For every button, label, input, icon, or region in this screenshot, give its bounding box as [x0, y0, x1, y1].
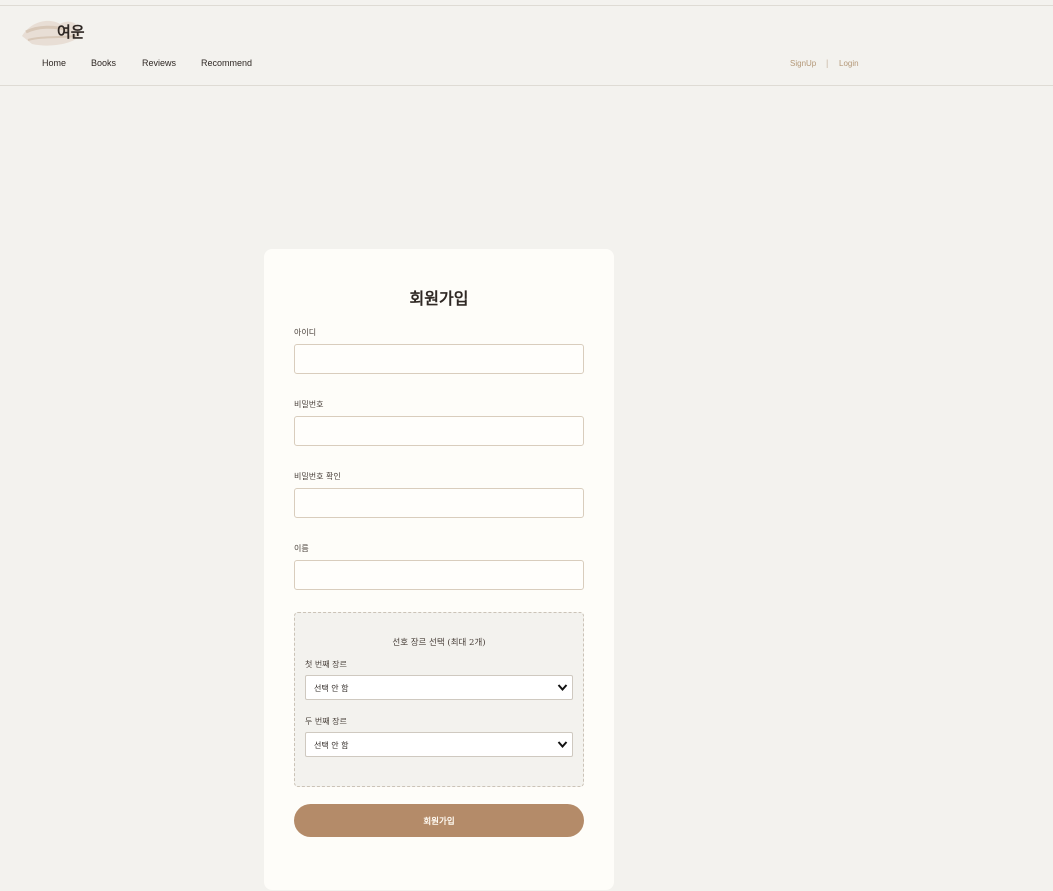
- password-confirm-label: 비밀번호 확인: [294, 472, 341, 481]
- password-input[interactable]: [294, 416, 584, 446]
- username-input[interactable]: [294, 344, 584, 374]
- second-genre-label: 두 번째 장르: [305, 717, 347, 726]
- nav-reviews-link[interactable]: Reviews: [142, 58, 176, 68]
- logo[interactable]: 여운: [20, 14, 90, 50]
- nav-recommend-link[interactable]: Recommend: [201, 58, 252, 68]
- second-genre-value: 선택 안 함: [314, 741, 349, 750]
- chevron-down-icon: [557, 684, 568, 692]
- chevron-down-icon: [557, 741, 568, 749]
- password-confirm-input[interactable]: [294, 488, 584, 518]
- nav-home-link[interactable]: Home: [42, 58, 66, 68]
- auth-separator: |: [826, 58, 829, 68]
- name-input[interactable]: [294, 560, 584, 590]
- first-genre-select[interactable]: 선택 안 함: [305, 675, 573, 700]
- page-title: 회원가입: [409, 289, 469, 308]
- username-label: 아이디: [294, 328, 317, 337]
- signup-link[interactable]: SignUp: [790, 59, 816, 68]
- first-genre-value: 선택 안 함: [314, 684, 349, 693]
- signup-submit-button[interactable]: 회원가입: [294, 804, 584, 837]
- site-header: 여운 Home Books Reviews Recommend SignUp |…: [0, 6, 1053, 86]
- logo-text: 여운: [57, 23, 85, 41]
- signup-card: 회원가입 아이디 비밀번호 비밀번호 확인 이름 선호 장르 선택 (최대 2개…: [264, 249, 614, 890]
- password-label: 비밀번호: [294, 400, 324, 409]
- login-link[interactable]: Login: [839, 59, 859, 68]
- second-genre-select[interactable]: 선택 안 함: [305, 732, 573, 757]
- genre-selection-box: 선호 장르 선택 (최대 2개) 첫 번째 장르 선택 안 함 두 번째 장르 …: [294, 612, 584, 787]
- nav-books-link[interactable]: Books: [91, 58, 116, 68]
- genre-title: 선호 장르 선택 (최대 2개): [392, 638, 486, 648]
- first-genre-label: 첫 번째 장르: [305, 660, 347, 669]
- name-label: 이름: [294, 544, 309, 553]
